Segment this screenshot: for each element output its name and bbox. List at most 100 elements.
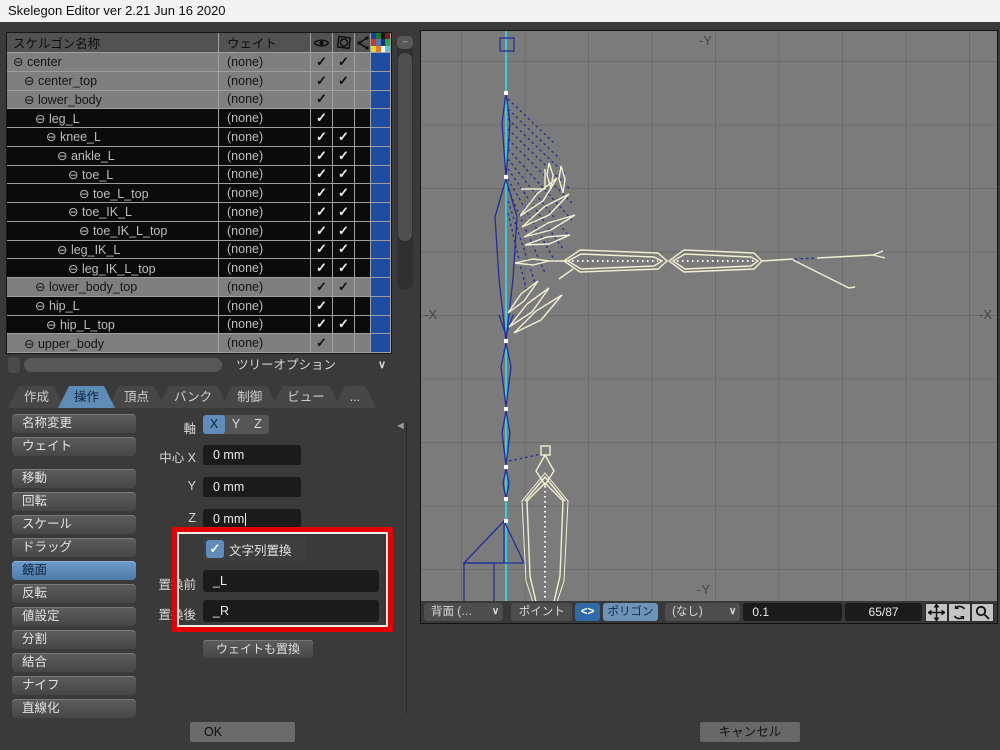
bone-name-cell[interactable]: ⊖ toe_IK_L [7,203,219,222]
share-check-cell[interactable] [355,147,371,166]
replace-after-field[interactable]: _R [203,600,379,622]
share-check-cell[interactable] [355,72,371,91]
tree-options-dropdown[interactable]: ツリーオプション ∨ [228,354,392,376]
share-check-cell[interactable] [355,166,371,185]
bone-name-cell[interactable]: ⊖ hip_L_top [7,316,219,335]
bone-weight-cell[interactable]: (none) [219,241,311,260]
tool-button-ウェイト[interactable]: ウェイト [12,437,136,456]
scrollbar-top-button[interactable]: – [397,36,413,49]
visibility-check-cell[interactable]: ✓ [311,316,333,335]
instance-check-cell[interactable] [333,297,355,316]
hscroll-thumb[interactable] [24,358,222,372]
bone-row[interactable]: ⊖ center_top(none)✓✓ [7,72,391,91]
instance-check-cell[interactable]: ✓ [333,147,355,166]
bone-name-cell[interactable]: ⊖ leg_IK_L_top [7,259,219,278]
pan-icon[interactable] [925,603,948,622]
bone-row[interactable]: ⊖ lower_body_top(none)✓✓ [7,278,391,297]
bone-color-swatch[interactable] [371,109,391,128]
bone-weight-cell[interactable]: (none) [219,297,311,316]
bone-color-swatch[interactable] [371,203,391,222]
visibility-check-cell[interactable]: ✓ [311,259,333,278]
bone-row[interactable]: ⊖ toe_IK_L(none)✓✓ [7,203,391,222]
share-check-cell[interactable] [355,53,371,72]
instance-check-cell[interactable]: ✓ [333,259,355,278]
bone-name-cell[interactable]: ⊖ toe_L [7,166,219,185]
visibility-check-cell[interactable]: ✓ [311,53,333,72]
bone-name-cell[interactable]: ⊖ lower_body [7,91,219,110]
visibility-check-cell[interactable]: ✓ [311,147,333,166]
bone-weight-cell[interactable]: (none) [219,109,311,128]
bone-weight-cell[interactable]: (none) [219,91,311,110]
grid-size-field[interactable]: 0.1 [743,603,842,621]
bone-name-cell[interactable]: ⊖ toe_L_top [7,184,219,203]
bone-name-cell[interactable]: ⊖ center [7,53,219,72]
instance-check-cell[interactable]: ✓ [333,128,355,147]
bone-color-swatch[interactable] [371,184,391,203]
share-check-cell[interactable] [355,222,371,241]
string-replace-checkbox-group[interactable]: ✓ 文字列置換 [203,537,307,561]
tab-ビュー[interactable]: ビュー [271,386,341,408]
column-header-name[interactable]: スケルゴン名称 [7,33,219,53]
bone-row[interactable]: ⊖ toe_L_top(none)✓✓ [7,184,391,203]
bone-color-swatch[interactable] [371,128,391,147]
instance-check-cell[interactable]: ✓ [333,316,355,335]
share-check-cell[interactable] [355,203,371,222]
axis-option-Z[interactable]: Z [247,415,269,434]
bone-weight-cell[interactable]: (none) [219,203,311,222]
bone-weight-cell[interactable]: (none) [219,147,311,166]
instance-check-cell[interactable]: ✓ [333,166,355,185]
bone-row[interactable]: ⊖ hip_L(none)✓ [7,297,391,316]
center-field-input[interactable]: 0 mm [203,509,301,529]
visibility-check-cell[interactable]: ✓ [311,297,333,316]
instance-check-cell[interactable] [333,334,355,353]
ok-button[interactable]: OK [190,722,295,742]
share-check-cell[interactable] [355,297,371,316]
tool-button-分割[interactable]: 分割 [12,630,136,649]
tool-button-ナイフ[interactable]: ナイフ [12,676,136,695]
column-header-weight[interactable]: ウェイト [219,33,311,53]
visibility-check-cell[interactable]: ✓ [311,109,333,128]
bone-weight-cell[interactable]: (none) [219,166,311,185]
tool-button-回転[interactable]: 回転 [12,492,136,511]
center-field-input[interactable]: 0 mm [203,445,301,465]
instance-check-cell[interactable] [333,91,355,110]
bone-row[interactable]: ⊖ knee_L(none)✓✓ [7,128,391,147]
bone-row[interactable]: ⊖ toe_L(none)✓✓ [7,166,391,185]
polygon-mode-button[interactable]: ポリゴン [603,603,658,621]
bone-weight-cell[interactable]: (none) [219,222,311,241]
visibility-check-cell[interactable]: ✓ [311,166,333,185]
tool-button-スケール[interactable]: スケール [12,515,136,534]
visibility-check-cell[interactable]: ✓ [311,128,333,147]
tool-button-ドラッグ[interactable]: ドラッグ [12,538,136,557]
visibility-check-cell[interactable]: ✓ [311,91,333,110]
view-selector-dropdown[interactable]: 背面 (… ∨ [424,603,503,621]
tab-制御[interactable]: 制御 [221,386,278,408]
bone-row[interactable]: ⊖ leg_IK_L_top(none)✓✓ [7,259,391,278]
viewport[interactable]: -Y -X -X -Y [420,30,998,624]
bone-weight-cell[interactable]: (none) [219,184,311,203]
share-check-cell[interactable] [355,109,371,128]
bone-color-swatch[interactable] [371,91,391,110]
bone-color-swatch[interactable] [371,72,391,91]
axis-option-Y[interactable]: Y [225,415,247,434]
bone-weight-cell[interactable]: (none) [219,259,311,278]
bone-row[interactable]: ⊖ upper_body(none)✓ [7,334,391,353]
replace-weights-button[interactable]: ウェイトも置換 [203,640,313,658]
share-check-cell[interactable] [355,128,371,147]
bone-color-swatch[interactable] [371,166,391,185]
tab-バンク[interactable]: バンク [158,386,228,408]
point-mode-button[interactable]: ポイント [511,603,572,621]
cancel-button[interactable]: キャンセル [700,722,800,742]
visibility-check-cell[interactable]: ✓ [311,203,333,222]
share-check-cell[interactable] [355,278,371,297]
instance-check-cell[interactable]: ✓ [333,278,355,297]
instance-check-cell[interactable] [333,109,355,128]
bone-row[interactable]: ⊖ toe_IK_L_top(none)✓✓ [7,222,391,241]
bone-name-cell[interactable]: ⊖ leg_L [7,109,219,128]
bone-row[interactable]: ⊖ lower_body(none)✓ [7,91,391,110]
bone-color-swatch[interactable] [371,316,391,335]
bone-name-cell[interactable]: ⊖ toe_IK_L_top [7,222,219,241]
bone-weight-cell[interactable]: (none) [219,72,311,91]
tool-button-鏡面[interactable]: 鏡面 [12,561,136,580]
tab-頂点[interactable]: 頂点 [108,386,165,408]
